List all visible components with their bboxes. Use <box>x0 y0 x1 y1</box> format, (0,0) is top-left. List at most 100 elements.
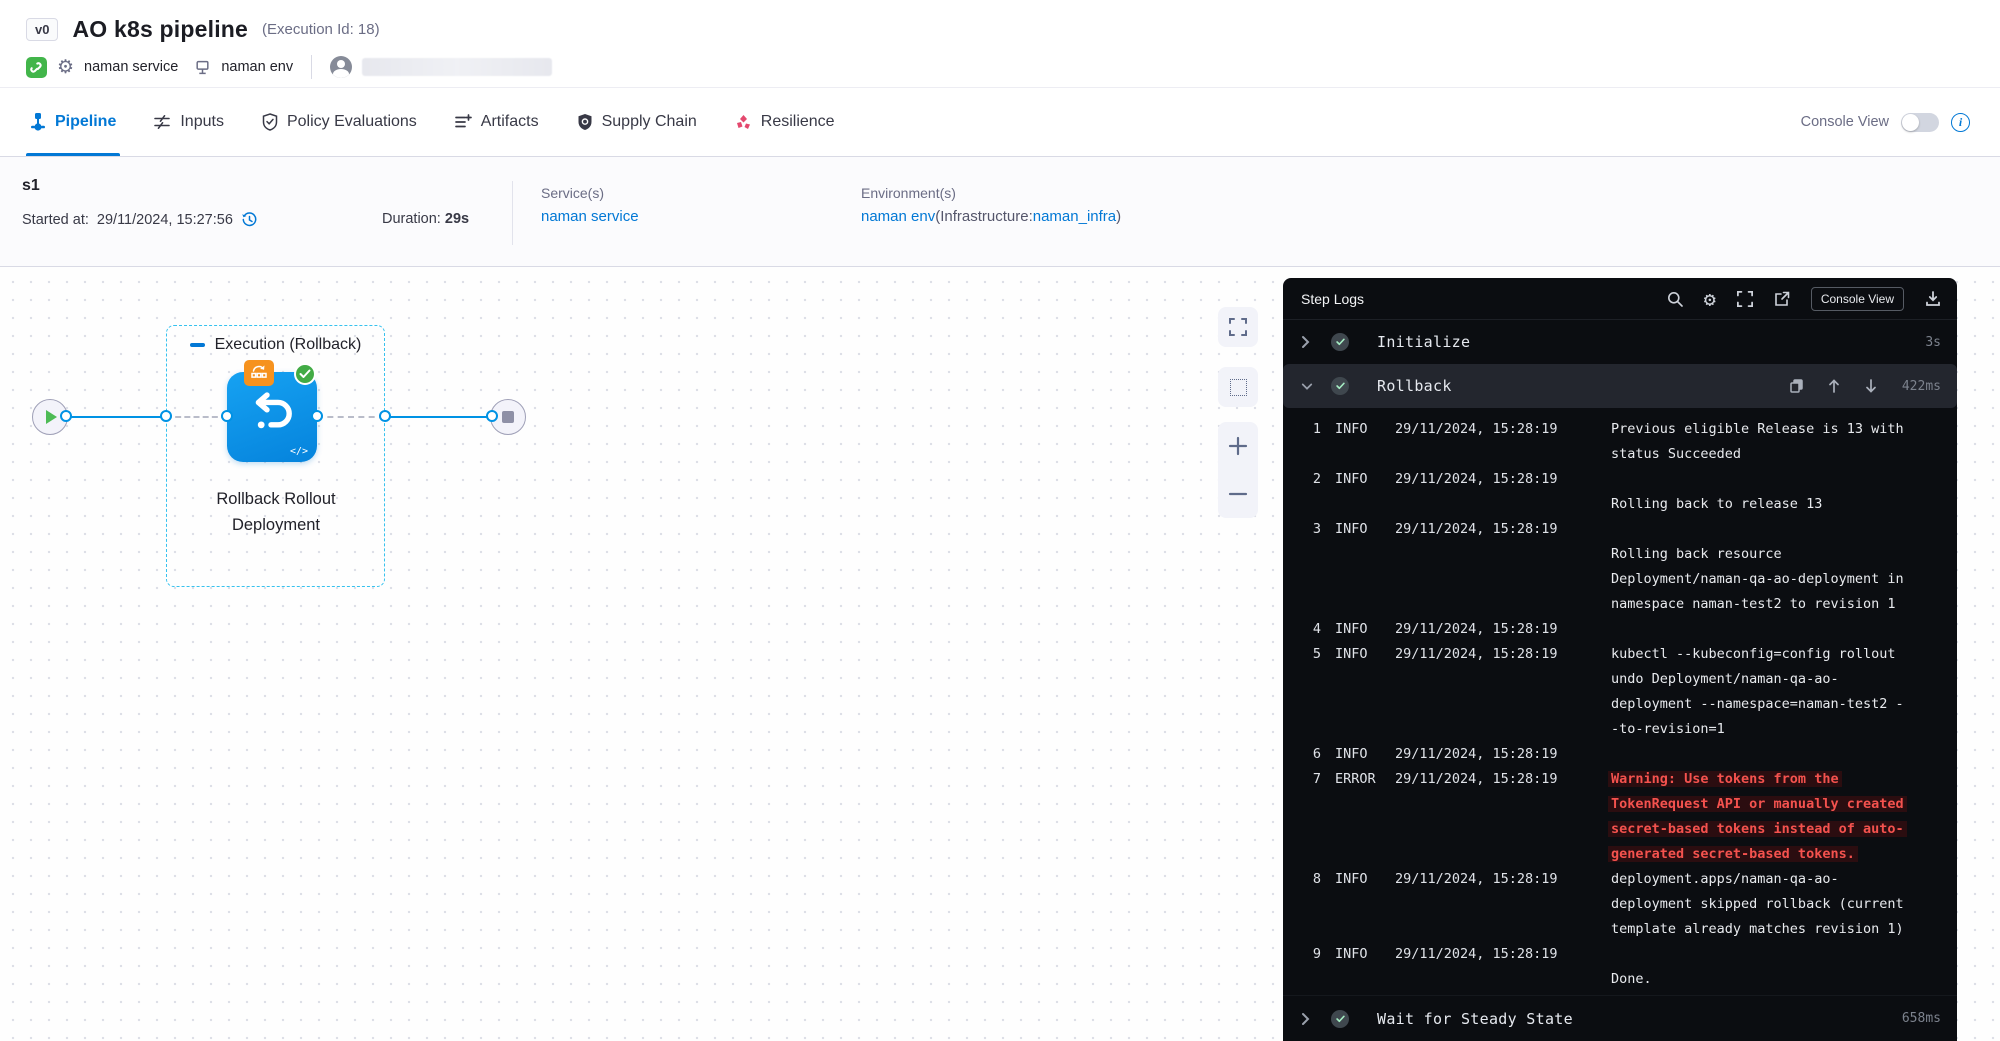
step-success-icon <box>1331 1010 1349 1028</box>
zoom-in-button[interactable] <box>1218 422 1258 470</box>
rollback-step-node[interactable]: </> <box>227 372 317 462</box>
script-glyph: </> <box>290 446 308 457</box>
rolling-deployment-badge-icon <box>244 360 274 386</box>
download-icon[interactable] <box>1925 291 1941 307</box>
step-row-wait-for-steady-state[interactable]: Wait for Steady State 658ms <box>1283 995 1957 1041</box>
duration-label: Duration: <box>382 211 441 227</box>
play-icon <box>46 410 57 424</box>
started-at-label: Started at: <box>22 212 89 228</box>
chevron-down-icon <box>1301 382 1313 391</box>
app-header: v0 AO k8s pipeline (Execution Id: 18) ⚙ … <box>0 0 2000 88</box>
header-environment-label: naman env <box>221 59 293 75</box>
collapse-icon[interactable] <box>190 343 205 346</box>
success-check-icon <box>294 363 316 385</box>
chevron-right-icon <box>1301 335 1313 349</box>
environments-label: Environment(s) <box>861 185 1121 201</box>
marquee-select-button[interactable] <box>1218 367 1258 407</box>
infrastructure-prefix: (Infrastructure: <box>935 208 1033 225</box>
shield-icon <box>577 113 593 131</box>
list-plus-icon <box>455 114 472 130</box>
infrastructure-link[interactable]: naman_infra <box>1033 208 1116 225</box>
connector-dot <box>160 410 172 422</box>
log-entry: 9INFO29/11/2024, 15:28:19 Done. <box>1301 942 1941 992</box>
service-link[interactable]: naman service <box>541 208 861 225</box>
scroll-down-icon[interactable] <box>1865 379 1877 393</box>
history-icon[interactable] <box>241 211 258 228</box>
header-service-label: naman service <box>84 59 178 75</box>
pipeline-title: AO k8s pipeline <box>72 16 248 43</box>
connector-dot <box>221 410 233 422</box>
step-logs-panel: Step Logs ⚙ Console View <box>1283 278 1957 1041</box>
infrastructure-suffix: ) <box>1116 208 1121 225</box>
tab-supply-chain[interactable]: Supply Chain <box>577 88 697 156</box>
avatar[interactable] <box>330 56 352 78</box>
version-badge: v0 <box>26 18 58 41</box>
step-row-rollback[interactable]: Rollback 422ms <box>1283 364 1957 408</box>
pipeline-icon <box>30 113 46 131</box>
info-icon[interactable]: i <box>1951 113 1970 132</box>
environment-icon <box>194 59 211 76</box>
step-success-icon <box>1331 377 1349 395</box>
step-duration: 3s <box>1925 335 1941 350</box>
chaos-icon <box>735 114 752 131</box>
fit-to-screen-button[interactable] <box>1218 307 1258 347</box>
panel-title: Step Logs <box>1301 291 1364 307</box>
edge-group-to-end <box>385 416 492 418</box>
pipeline-canvas[interactable]: Execution (Rollback) </> Rollback Rollou… <box>0 267 2000 1041</box>
step-duration: 658ms <box>1902 1011 1941 1026</box>
duration-value: 29s <box>445 211 469 227</box>
connector-dot <box>379 410 391 422</box>
gear-icon[interactable]: ⚙ <box>57 58 74 77</box>
execution-id-label: (Execution Id: 18) <box>262 21 380 38</box>
stop-icon <box>502 411 514 423</box>
log-entry: 8INFO29/11/2024, 15:28:19 deployment.app… <box>1301 867 1941 942</box>
step-name: Rollback <box>1377 377 1452 395</box>
log-output: 1INFO29/11/2024, 15:28:19 Previous eligi… <box>1283 408 1957 995</box>
step-logs-header: Step Logs ⚙ Console View <box>1283 278 1957 320</box>
log-entry-error: 7ERROR29/11/2024, 15:28:19 Warning: Use … <box>1301 767 1941 867</box>
fullscreen-icon[interactable] <box>1737 291 1753 307</box>
step-success-icon <box>1331 333 1349 351</box>
search-icon[interactable] <box>1667 291 1683 307</box>
console-view-button[interactable]: Console View <box>1811 287 1904 311</box>
log-entry: 1INFO29/11/2024, 15:28:19 Previous eligi… <box>1301 417 1941 467</box>
edge-start-to-group <box>66 416 166 418</box>
shield-check-icon <box>262 113 278 131</box>
open-in-new-icon[interactable] <box>1774 291 1790 307</box>
tab-inputs[interactable]: Inputs <box>154 88 224 156</box>
zoom-controls <box>1218 422 1258 518</box>
settings-gear-icon[interactable]: ⚙ <box>1704 289 1716 309</box>
step-name: Wait for Steady State <box>1377 1010 1573 1028</box>
redacted-user-info <box>362 58 552 76</box>
header-divider <box>311 55 312 79</box>
cd-module-icon <box>26 57 47 78</box>
step-duration: 422ms <box>1902 379 1941 394</box>
tab-pipeline[interactable]: Pipeline <box>30 88 116 156</box>
group-title: Execution (Rollback) <box>215 336 362 354</box>
log-entry: 5INFO29/11/2024, 15:28:19 kubectl --kube… <box>1301 642 1941 742</box>
marquee-icon <box>1230 379 1247 396</box>
tab-artifacts[interactable]: Artifacts <box>455 88 539 156</box>
rollback-arrow-icon <box>246 389 298 442</box>
environment-link[interactable]: naman env <box>861 208 935 225</box>
tab-resilience[interactable]: Resilience <box>735 88 835 156</box>
stage-divider <box>512 181 513 245</box>
node-label: Rollback Rollout Deployment <box>162 486 390 538</box>
log-entry: 3INFO29/11/2024, 15:28:19 Rolling back r… <box>1301 517 1941 617</box>
step-name: Initialize <box>1377 333 1470 351</box>
step-row-initialize[interactable]: Initialize 3s <box>1283 320 1957 364</box>
console-view-toggle[interactable] <box>1901 113 1939 132</box>
zoom-out-button[interactable] <box>1218 470 1258 518</box>
connector-dot <box>486 410 498 422</box>
console-view-label: Console View <box>1801 114 1889 130</box>
log-entry: 2INFO29/11/2024, 15:28:19 Rolling back t… <box>1301 467 1941 517</box>
stage-name: s1 <box>22 177 382 195</box>
services-label: Service(s) <box>541 185 861 201</box>
log-entry: 6INFO29/11/2024, 15:28:19 <box>1301 742 1941 767</box>
copy-icon[interactable] <box>1790 379 1803 393</box>
scroll-up-icon[interactable] <box>1828 379 1840 393</box>
tab-policy-evaluations[interactable]: Policy Evaluations <box>262 88 417 156</box>
stage-info-bar: s1 Started at: 29/11/2024, 15:27:56 Dura… <box>0 157 2000 267</box>
started-at-value: 29/11/2024, 15:27:56 <box>97 212 233 228</box>
connector-dot <box>311 410 323 422</box>
